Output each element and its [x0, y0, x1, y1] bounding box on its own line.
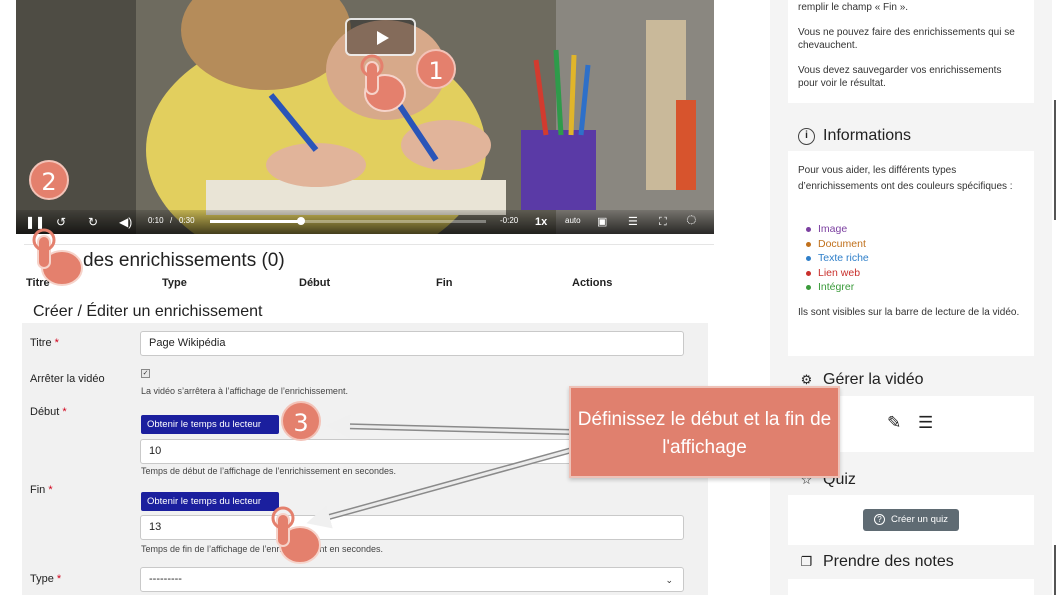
- help-text-3: Vous devez sauvegarder vos enrichissemen…: [798, 65, 1002, 89]
- enrichment-type-item: Document: [806, 237, 869, 252]
- notes-title: Prendre des notes: [823, 553, 954, 570]
- help-card: remplir le champ « Fin ». Vous ne pouvez…: [788, 0, 1034, 103]
- pause-icon[interactable]: ❚❚: [25, 214, 45, 230]
- help-text-2: Vous ne pouvez faire des enrichissements…: [798, 27, 1015, 51]
- quality-button[interactable]: auto: [565, 216, 581, 225]
- fullscreen-icon[interactable]: ⛶: [659, 214, 667, 230]
- progress-bar[interactable]: [210, 217, 486, 225]
- tutorial-callout: Définissez le début et la fin de l'affic…: [569, 386, 840, 478]
- forward-icon[interactable]: ↻: [88, 214, 98, 230]
- enrichment-list-title: des enrichissements (0): [83, 250, 285, 271]
- color-dot-icon: [806, 241, 811, 247]
- debut-help: Temps de début de l’affichage de l’enric…: [141, 466, 396, 476]
- stop-video-help: La vidéo s’arrêtera à l’affichage de l’e…: [141, 386, 348, 396]
- enrichment-type-label: Texte riche: [818, 252, 869, 264]
- fin-help: Temps de fin de l’affichage de l’enrichi…: [141, 544, 383, 554]
- column-header-title: Titre: [26, 277, 50, 289]
- play-button[interactable]: [345, 18, 416, 56]
- player-controls: ❚❚ ↺ ↻ ◀) 0:10 / 0:30 -0:20 1x auto ▣ ☰ …: [16, 210, 714, 234]
- enrichment-type-label: Document: [818, 237, 866, 250]
- informations-title: Informations: [823, 127, 912, 144]
- time-separator: /: [170, 216, 173, 225]
- informations-heading: i Informations: [798, 127, 911, 145]
- informations-outro: Ils sont visibles sur la barre de lectur…: [798, 307, 1020, 318]
- enrichment-type-label: Lien web: [818, 266, 861, 279]
- color-dot-icon: [806, 270, 811, 276]
- progress-fill: [210, 220, 302, 223]
- chevron-down-icon: ⌄: [665, 575, 673, 585]
- column-header-end: Fin: [436, 277, 453, 289]
- fin-label: Fin *: [30, 484, 53, 496]
- speed-button[interactable]: 1x: [535, 214, 547, 230]
- type-select-value: ---------: [149, 573, 182, 585]
- current-time: 0:10: [148, 216, 164, 225]
- type-select[interactable]: --------- ⌄: [140, 567, 684, 592]
- enrichment-type-item: Image: [806, 222, 869, 237]
- step-badge-2: 2: [29, 160, 69, 200]
- column-header-actions: Actions: [572, 277, 613, 289]
- enrichment-type-label: Intégrer: [818, 281, 855, 293]
- notes-heading: ❐ Prendre des notes: [798, 553, 954, 571]
- stop-video-checkbox[interactable]: ✓: [141, 369, 150, 378]
- column-header-type: Type: [162, 277, 187, 289]
- question-circle-icon: ?: [873, 514, 885, 525]
- titre-label: Titre *: [30, 337, 59, 349]
- debut-label: Début *: [30, 406, 67, 418]
- divider: [24, 244, 714, 245]
- column-header-start: Début: [299, 277, 331, 289]
- rewind-icon[interactable]: ↺: [56, 214, 66, 230]
- progress-knob[interactable]: [297, 217, 306, 225]
- enrichment-type-label: Image: [818, 223, 848, 235]
- color-dot-icon: [806, 256, 811, 261]
- enrichment-type-item: Intégrer: [806, 280, 869, 295]
- titre-input[interactable]: Page Wikipédia: [140, 331, 684, 356]
- step-badge-1: 1: [416, 49, 456, 89]
- step-badge-3: 3: [281, 401, 321, 441]
- create-quiz-button[interactable]: ? Créer un quiz: [863, 509, 959, 531]
- type-label: Type *: [30, 573, 62, 585]
- enrichment-type-item: Lien web: [806, 266, 869, 281]
- create-quiz-label: Créer un quiz: [890, 514, 949, 525]
- info-icon: i: [798, 127, 815, 145]
- help-text-1: remplir le champ « Fin ».: [798, 2, 909, 13]
- total-time: 0:30: [179, 216, 195, 225]
- get-end-time-button[interactable]: Obtenir le temps du lecteur: [141, 492, 279, 511]
- volume-icon[interactable]: ◀): [119, 214, 132, 230]
- enrichment-type-item: Texte riche: [806, 251, 869, 266]
- pip-icon[interactable]: ▣: [597, 214, 607, 230]
- notes-card: [788, 579, 1034, 595]
- remaining-time: -0:20: [500, 216, 519, 225]
- list-icon[interactable]: ☰: [918, 413, 933, 433]
- edit-icon[interactable]: ✎: [887, 413, 901, 433]
- enrichment-type-list: Image Document Texte riche Lien web Intégrer: [806, 222, 869, 295]
- video-player[interactable]: ❚❚ ↺ ↻ ◀) 0:10 / 0:30 -0:20 1x auto ▣ ☰ …: [16, 0, 714, 234]
- stop-video-label: Arrêter la vidéo: [30, 373, 105, 385]
- color-dot-icon: [806, 227, 811, 232]
- form-title: Créer / Éditer un enrichissement: [33, 303, 263, 320]
- color-dot-icon: [806, 285, 811, 290]
- chapters-icon[interactable]: ☰: [628, 214, 638, 230]
- get-start-time-button[interactable]: Obtenir le temps du lecteur: [141, 415, 279, 434]
- loading-icon: ◌: [686, 209, 697, 229]
- note-icon: ❐: [800, 553, 813, 569]
- fin-input[interactable]: 13: [140, 515, 684, 540]
- scrollbar-lower[interactable]: [1054, 545, 1056, 595]
- scrollbar[interactable]: [1054, 100, 1056, 220]
- informations-intro: Pour vous aider, les différents types d’…: [798, 165, 1013, 192]
